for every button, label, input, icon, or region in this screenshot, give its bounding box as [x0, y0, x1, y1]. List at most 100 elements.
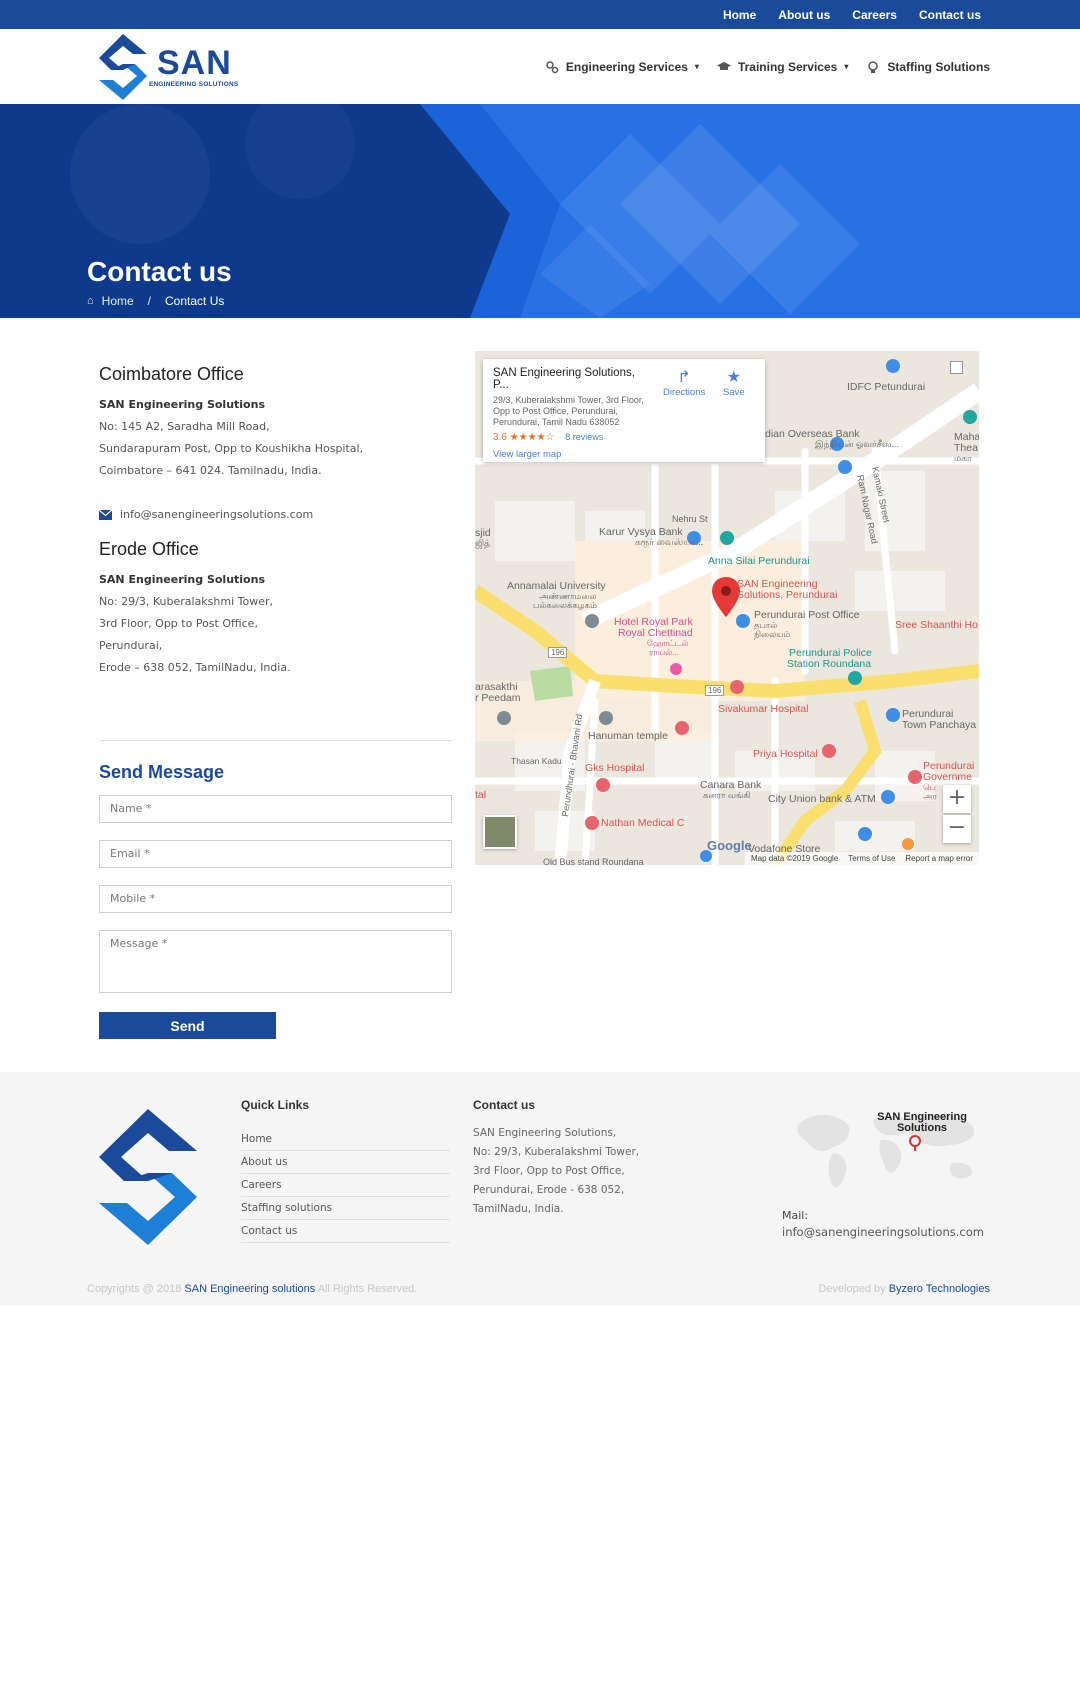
map-label-nathan: Nathan Medical C	[601, 817, 685, 829]
map-card-title: SAN Engineering Solutions, P...	[493, 367, 635, 391]
quick-links-title: Quick Links	[241, 1098, 310, 1112]
copyright-brand-link[interactable]: SAN Engineering solutions	[184, 1283, 315, 1295]
developer-link[interactable]: Byzero Technologies	[889, 1283, 990, 1295]
send-message-title: Send Message	[99, 762, 225, 782]
send-button[interactable]: Send	[99, 1012, 276, 1039]
top-link-home[interactable]: Home	[723, 8, 756, 22]
top-link-about[interactable]: About us	[778, 8, 830, 22]
erode-company: SAN Engineering Solutions	[99, 573, 265, 586]
map-label-karur-ta: கரூர் வைஸ்யா...	[635, 537, 704, 547]
map-label-idfc: IDFC Petundurai	[847, 381, 926, 393]
nav-training-label: Training Services	[737, 59, 838, 74]
map-save-button[interactable]: ★ Save	[723, 369, 745, 398]
footer-logo-icon	[99, 1109, 197, 1245]
erode-heading: Erode Office	[99, 539, 199, 559]
directions-icon: ↱	[677, 369, 691, 386]
graduation-cap-icon	[716, 61, 731, 70]
map-card-rating: 3.6 ★★★★☆ 8 reviews	[493, 432, 755, 443]
nav-engineering-services[interactable]: Engineering Services ▾	[545, 60, 699, 74]
footer-address-4: Perundurai, Erode - 638 052,	[473, 1184, 625, 1196]
footer-address-1: SAN Engineering Solutions,	[473, 1127, 617, 1139]
lightbulb-icon	[868, 60, 879, 73]
map-label-hanuman: Hanuman temple	[588, 730, 668, 742]
map-label-road196a: 196	[548, 647, 568, 658]
page-title: Contact us	[87, 256, 232, 287]
map-label-nehru: Nehru St	[672, 514, 708, 524]
home-icon: ⌂	[87, 295, 94, 307]
coimbatore-address-2: Sundarapuram Post, Opp to Koushikha Hosp…	[99, 442, 364, 455]
erode-address-2: 3rd Floor, Opp to Post Office,	[99, 617, 258, 630]
map-info-card: SAN Engineering Solutions, P... 29/3, Ku…	[483, 359, 765, 462]
map-larger-link[interactable]: View larger map	[493, 449, 755, 460]
coimbatore-email-text: info@sanengineeringsolutions.com	[120, 508, 314, 521]
chevron-down-icon: ▾	[844, 62, 849, 71]
nav-training-services[interactable]: Training Services ▾	[716, 59, 849, 74]
footer-link-contact[interactable]: Contact us	[241, 1220, 450, 1243]
top-link-contact[interactable]: Contact us	[919, 8, 981, 22]
footer-map-label: SAN Engineering Solutions	[877, 1112, 967, 1134]
copyright-prefix: Copyrights @ 2018	[87, 1283, 182, 1295]
mobile-field[interactable]: Mobile *	[99, 885, 452, 913]
footer-contact-title: Contact us	[473, 1098, 536, 1112]
page-hero: Contact us ⌂ Home / Contact Us	[0, 104, 1080, 318]
footer-link-staffing[interactable]: Staffing solutions	[241, 1197, 450, 1220]
map-directions-button[interactable]: ↱ Directions	[663, 369, 705, 398]
footer-mail-link[interactable]: info@sanengineeringsolutions.com	[782, 1225, 984, 1239]
developer-credit: Developed by Byzero Technologies	[818, 1283, 990, 1295]
map-save-label: Save	[723, 387, 745, 398]
erode-address-4: Erode – 638 052, TamilNadu, India.	[99, 661, 291, 674]
map-label-hotel-ta2: ராயல்...	[649, 647, 680, 657]
map-label-cityunion: City Union bank & ATM	[768, 793, 876, 805]
top-bar: Home About us Careers Contact us	[0, 0, 1080, 29]
nav-staffing-label: Staffing Solutions	[887, 59, 990, 74]
map-label-govt-ta2: அர	[923, 791, 937, 801]
footer-address-5: TamilNadu, India.	[473, 1203, 564, 1215]
footer-link-careers[interactable]: Careers	[241, 1174, 450, 1197]
satellite-toggle[interactable]	[483, 815, 517, 849]
map-pin-label-2: Solutions, Perundurai	[737, 589, 838, 601]
erode-address-1: No: 29/3, Kuberalakshmi Tower,	[99, 595, 274, 608]
site-header: SAN ENGINEERING SOLUTIONS Engineering Se…	[0, 29, 1080, 104]
google-map[interactable]: IDFC Petundurai dian Overseas Bank இந்தி…	[475, 351, 979, 865]
top-links: Home About us Careers Contact us	[723, 0, 981, 29]
footer-address-2: No: 29/3, Kuberalakshmi Tower,	[473, 1146, 640, 1158]
map-label-oldbus: Old Bus stand Roundana	[543, 857, 644, 865]
site-logo[interactable]: SAN ENGINEERING SOLUTIONS	[97, 34, 247, 100]
map-label-sjid-ta: ஜித்	[475, 538, 491, 548]
map-reviews-link[interactable]: 8 reviews	[565, 432, 603, 442]
coimbatore-company: SAN Engineering Solutions	[99, 398, 265, 411]
footer-address-3: 3rd Floor, Opp to Post Office,	[473, 1165, 625, 1177]
star-rating-icon: ★★★★☆	[509, 432, 555, 443]
main-nav: Engineering Services ▾ Training Services…	[545, 29, 990, 104]
footer-link-about[interactable]: About us	[241, 1151, 450, 1174]
map-label-shaanthi: Sree Shaanthi Ho	[895, 619, 978, 631]
breadcrumb-home[interactable]: Home	[102, 294, 134, 308]
footer-link-home[interactable]: Home	[241, 1128, 450, 1151]
top-link-careers[interactable]: Careers	[852, 8, 897, 22]
map-card-address: 29/3, Kuberalakshmi Tower, 3rd Floor, Op…	[493, 395, 644, 427]
email-field[interactable]: Email *	[99, 840, 452, 868]
google-logo: Google	[707, 838, 752, 853]
message-field[interactable]: Message *	[99, 930, 452, 993]
zoom-in-button[interactable]: +	[943, 785, 971, 813]
map-footer: Map data ©2019 Google Terms of Use Repor…	[744, 852, 979, 865]
map-label-tal: tal	[475, 789, 487, 801]
map-label-anna: Anna Silai Perundurai	[708, 555, 810, 567]
map-report-link[interactable]: Report a map error	[905, 854, 973, 863]
map-label-gks: Gks Hospital	[585, 762, 645, 774]
nav-staffing-solutions[interactable]: Staffing Solutions	[866, 60, 990, 74]
map-terms-link[interactable]: Terms of Use	[848, 854, 895, 863]
map-label-peedam: r Peedam	[475, 692, 521, 704]
section-divider	[99, 740, 452, 741]
zoom-out-button[interactable]: −	[943, 815, 971, 843]
developer-prefix: Developed by	[818, 1283, 886, 1295]
coimbatore-email[interactable]: info@sanengineeringsolutions.com	[99, 508, 313, 521]
map-label-panchayat2: Town Panchaya	[902, 719, 977, 731]
footer-mail-label: Mail:	[782, 1209, 809, 1222]
map-rating-value: 3.6	[493, 432, 507, 443]
breadcrumb: ⌂ Home / Contact Us	[87, 294, 224, 308]
map-fullscreen-button[interactable]	[950, 361, 963, 374]
logo-mark-icon	[99, 34, 147, 100]
map-label-canara-ta: கனரா வங்கி	[703, 790, 751, 800]
name-field[interactable]: Name *	[99, 795, 452, 823]
